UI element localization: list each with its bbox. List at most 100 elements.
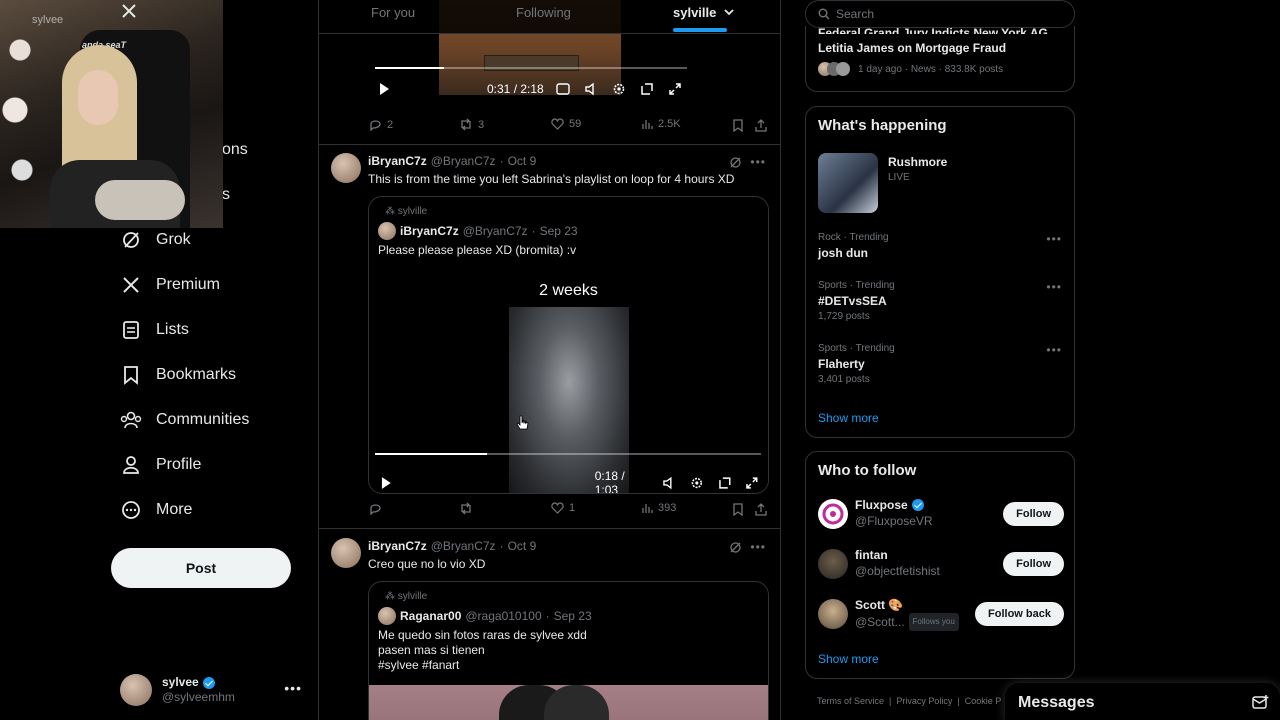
quote-author-name: iBryanC7z bbox=[400, 224, 459, 238]
nav-item-profile[interactable]: Profile bbox=[120, 450, 201, 480]
video-progress-fill bbox=[375, 67, 444, 69]
follow-button[interactable]: Follow bbox=[1003, 552, 1064, 576]
reply-icon bbox=[370, 120, 381, 131]
nav-item-lists[interactable]: Lists bbox=[120, 315, 189, 345]
messages-title: Messages bbox=[1018, 694, 1095, 711]
video-player[interactable]: 2 weeks 0:18 / 1:03 bbox=[369, 270, 768, 493]
show-more-link[interactable]: Show more bbox=[818, 411, 879, 425]
account-handle: @sylveemhm bbox=[162, 690, 235, 704]
author-name[interactable]: iBryanC7z bbox=[368, 154, 427, 168]
webcam-name-text: sylvee bbox=[32, 14, 64, 26]
quoted-tweet[interactable]: ⁂ sylville iBryanC7z @BryanC7z · Sep 23 … bbox=[368, 196, 769, 494]
author-handle[interactable]: @BryanC7z bbox=[431, 539, 496, 553]
video-progress-bar[interactable] bbox=[375, 453, 761, 455]
volume-icon[interactable] bbox=[662, 476, 676, 490]
more-dots-icon[interactable]: ••• bbox=[1046, 232, 1062, 246]
nav-item-bookmarks[interactable]: Bookmarks bbox=[120, 360, 236, 390]
tweet-actions: 1 393 bbox=[319, 502, 780, 522]
avatar[interactable] bbox=[331, 538, 361, 568]
more-dots-icon[interactable]: ••• bbox=[1046, 343, 1062, 357]
nav-item-premium[interactable]: Premium bbox=[120, 270, 220, 300]
share-icon[interactable] bbox=[755, 503, 767, 516]
x-home-page: { "nav": { "partial_labels": ["ons", "s"… bbox=[0, 0, 1280, 720]
trend-item[interactable]: Rock · Trending josh dun ••• bbox=[818, 232, 1062, 260]
bookmark-icon[interactable] bbox=[732, 503, 744, 516]
news-card[interactable]: Federal Grand Jury Indicts New York AG L… bbox=[805, 26, 1075, 92]
flowers-decoration bbox=[0, 20, 40, 220]
fullscreen-icon[interactable] bbox=[668, 82, 682, 96]
more-dots-icon[interactable]: ••• bbox=[750, 540, 766, 554]
fanart-image[interactable] bbox=[369, 685, 768, 720]
trend-item[interactable]: Sports · Trending #DETvsSEA 1,729 posts … bbox=[818, 280, 1062, 322]
footer-link[interactable]: Privacy Policy bbox=[896, 696, 952, 706]
quote-hashtags[interactable]: #sylvee #fanart bbox=[378, 657, 459, 673]
search-box[interactable] bbox=[805, 0, 1075, 28]
footer-link[interactable]: Terms of Service bbox=[817, 696, 884, 706]
more-dots-icon[interactable]: ••• bbox=[750, 155, 766, 169]
grok-icon[interactable] bbox=[729, 541, 742, 554]
repost-button[interactable] bbox=[459, 502, 478, 515]
settings-gear-icon[interactable] bbox=[690, 476, 704, 490]
live-title[interactable]: Rushmore bbox=[888, 155, 947, 169]
more-dots-icon[interactable]: ••• bbox=[284, 680, 302, 696]
tab-for-you[interactable]: For you bbox=[371, 5, 415, 20]
messages-drawer[interactable]: Messages bbox=[1005, 683, 1280, 720]
nav-item-communities[interactable]: Communities bbox=[120, 405, 249, 435]
new-message-icon[interactable] bbox=[1252, 694, 1270, 710]
captions-icon[interactable] bbox=[556, 83, 570, 95]
quote-text-line: Me quedo sin fotos raras de sylvee xdd bbox=[378, 628, 587, 642]
bookmark-icon[interactable] bbox=[732, 119, 744, 132]
community-name: sylville bbox=[397, 591, 428, 602]
trend-count: 3,401 posts bbox=[818, 374, 870, 385]
trend-meta: Sports · Trending bbox=[818, 343, 895, 354]
nav-item-partial-label[interactable]: s bbox=[222, 186, 230, 204]
suggestion-name: Fluxpose bbox=[855, 498, 908, 512]
tweet-date[interactable]: Oct 9 bbox=[508, 539, 537, 553]
show-more-link[interactable]: Show more bbox=[818, 652, 879, 666]
avatar[interactable] bbox=[331, 153, 361, 183]
like-button[interactable]: 1 bbox=[551, 502, 575, 514]
search-input[interactable] bbox=[836, 7, 1056, 21]
live-thumbnail[interactable] bbox=[818, 153, 878, 213]
search-icon bbox=[818, 8, 830, 20]
post-button[interactable]: Post bbox=[111, 548, 291, 588]
repost-icon bbox=[461, 118, 471, 131]
picture-in-picture-icon[interactable] bbox=[718, 476, 732, 490]
nav-item-more[interactable]: More bbox=[120, 495, 192, 525]
follow-back-button[interactable]: Follow back bbox=[975, 602, 1064, 626]
follow-suggestion[interactable]: Scott 🎨 @Scott... Follows you Follow back bbox=[818, 597, 1064, 631]
settings-gear-icon[interactable] bbox=[612, 82, 626, 96]
nav-item-grok[interactable]: Grok bbox=[120, 225, 191, 255]
reply-button[interactable] bbox=[369, 502, 387, 515]
play-icon[interactable] bbox=[377, 82, 391, 96]
like-button[interactable]: 59 bbox=[551, 118, 581, 130]
footer-link[interactable]: Cookie P bbox=[965, 696, 1002, 706]
picture-in-picture-icon[interactable] bbox=[640, 82, 654, 96]
volume-icon[interactable] bbox=[584, 82, 598, 96]
more-dots-icon[interactable]: ••• bbox=[1046, 280, 1062, 294]
nav-item-partial-label[interactable]: ons bbox=[222, 141, 248, 159]
suggestion-handle: @objectfetishist bbox=[855, 564, 940, 578]
account-switcher[interactable]: sylvee @sylveemhm ••• bbox=[120, 670, 310, 710]
who-to-follow-card: Who to follow Fluxpose @FluxposeVR Follo… bbox=[805, 451, 1075, 679]
share-icon[interactable] bbox=[755, 119, 767, 132]
author-name[interactable]: iBryanC7z bbox=[368, 539, 427, 553]
play-icon[interactable] bbox=[379, 476, 393, 490]
trend-item[interactable]: Sports · Trending Flaherty 3,401 posts •… bbox=[818, 343, 1062, 385]
reply-button[interactable]: 2 bbox=[369, 118, 393, 131]
follow-suggestion[interactable]: fintan @objectfetishist Follow bbox=[818, 547, 1064, 581]
mouse-cursor-icon bbox=[516, 415, 529, 430]
views-button[interactable]: 2.5K bbox=[641, 118, 681, 130]
views-button[interactable]: 393 bbox=[641, 502, 676, 514]
tweet-date[interactable]: Oct 9 bbox=[508, 154, 537, 168]
tab-following[interactable]: Following bbox=[516, 5, 571, 20]
repost-button[interactable]: 3 bbox=[459, 118, 484, 131]
author-handle[interactable]: @BryanC7z bbox=[431, 154, 496, 168]
tab-sylville[interactable]: sylville bbox=[673, 5, 735, 20]
video-progress-bar[interactable] bbox=[375, 67, 687, 69]
fullscreen-icon[interactable] bbox=[745, 476, 759, 490]
follow-suggestion[interactable]: Fluxpose @FluxposeVR Follow bbox=[818, 497, 1064, 531]
quoted-tweet[interactable]: ⁂ sylville Raganar00 @raga010100 · Sep 2… bbox=[368, 581, 769, 720]
grok-icon[interactable] bbox=[729, 156, 742, 169]
follow-button[interactable]: Follow bbox=[1003, 502, 1064, 526]
